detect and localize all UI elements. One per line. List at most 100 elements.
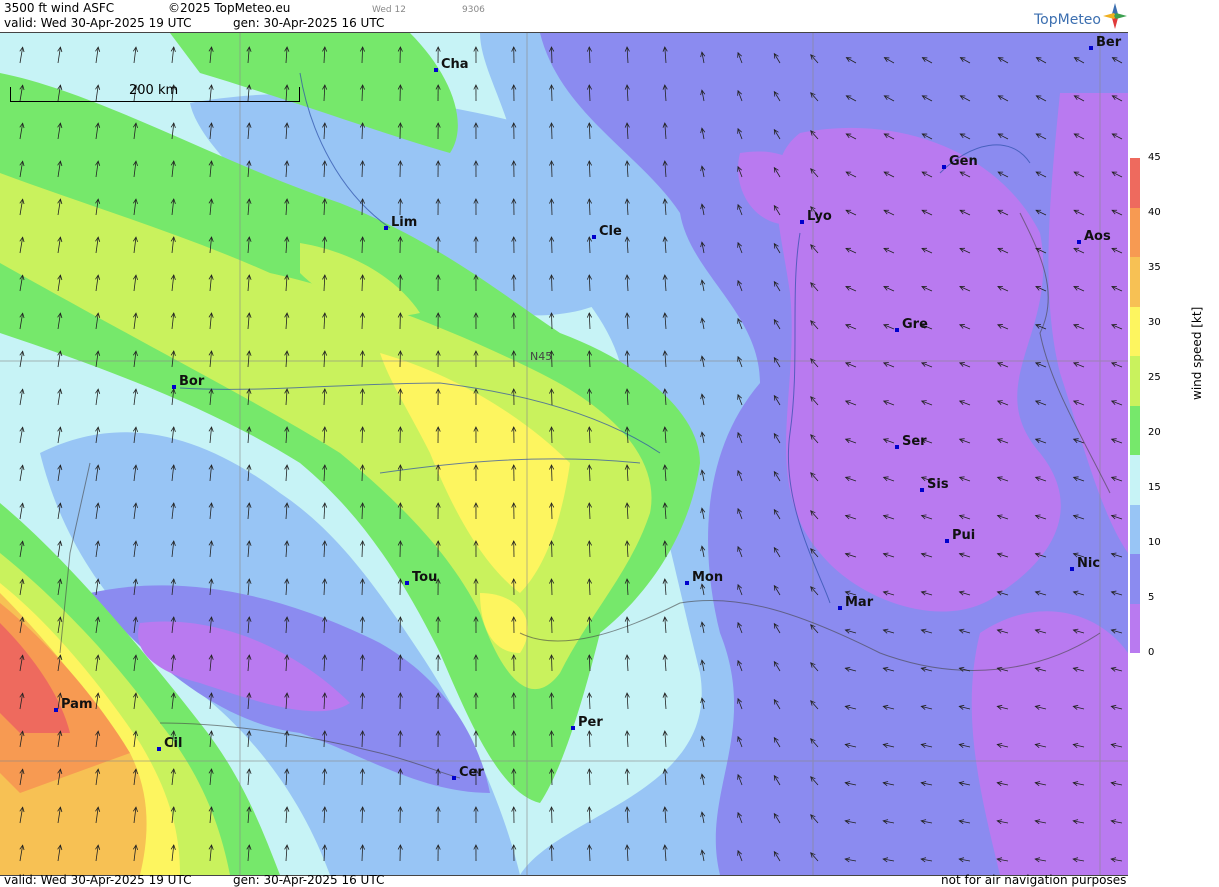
wind-arrow — [588, 730, 591, 748]
legend-swatch — [1130, 554, 1140, 604]
city-marker-icon — [945, 539, 949, 543]
city-marker-icon — [895, 328, 899, 332]
city-marker-icon — [54, 708, 58, 712]
legend-tick: 20 — [1148, 427, 1161, 438]
lat-label: N45 — [530, 350, 552, 363]
wind-arrow — [551, 274, 553, 292]
legend-tick: 40 — [1148, 207, 1161, 218]
city-marker-icon — [157, 747, 161, 751]
city-marker-icon — [172, 385, 176, 389]
legend-tick: 10 — [1148, 537, 1161, 548]
city-pam[interactable]: Pam — [54, 697, 93, 712]
wind-arrow — [551, 84, 553, 102]
city-mon[interactable]: Mon — [685, 570, 723, 585]
wind-arrow — [551, 198, 553, 216]
wind-arrow — [551, 844, 553, 862]
city-marker-icon — [592, 235, 596, 239]
run-code: 9306 — [462, 5, 485, 15]
wind-arrow — [626, 731, 629, 748]
city-cil[interactable]: Cil — [157, 736, 182, 751]
city-aos[interactable]: Aos — [1077, 229, 1111, 244]
wind-arrow — [626, 655, 629, 672]
city-gen[interactable]: Gen — [942, 154, 978, 169]
city-lyo[interactable]: Lyo — [800, 209, 832, 224]
wind-speed-legend — [1130, 158, 1140, 653]
city-nic[interactable]: Nic — [1070, 556, 1100, 571]
wind-arrow — [551, 236, 553, 254]
copyright: ©2025 TopMeteo.eu — [168, 1, 291, 15]
legend-swatch — [1130, 207, 1140, 257]
city-pui[interactable]: Pui — [945, 528, 975, 543]
wind-arrow — [551, 578, 553, 596]
disclaimer: not for air navigation purposes — [941, 873, 1127, 887]
city-bor[interactable]: Bor — [172, 374, 204, 389]
wind-arrow — [551, 692, 553, 710]
city-marker-icon — [838, 606, 842, 610]
wind-arrow — [551, 768, 553, 786]
city-ser[interactable]: Ser — [895, 434, 927, 449]
city-marker-icon — [800, 220, 804, 224]
legend-tick: 0 — [1148, 647, 1155, 658]
valid-time: valid: Wed 30-Apr-2025 19 UTC — [4, 16, 192, 30]
city-per[interactable]: Per — [571, 715, 603, 730]
city-marker-icon — [1089, 46, 1093, 50]
wind-arrow — [588, 312, 591, 330]
wind-arrow — [588, 768, 591, 786]
wind-arrow — [551, 312, 553, 330]
map-title: 3500 ft wind ASFC — [4, 1, 115, 15]
city-marker-icon — [571, 726, 575, 730]
footer-valid-time: valid: Wed 30-Apr-2025 19 UTC — [4, 873, 192, 887]
wind-arrow — [551, 122, 553, 140]
footer-generated-time: gen: 30-Apr-2025 16 UTC — [233, 873, 385, 887]
wind-arrow — [551, 654, 553, 672]
city-cle[interactable]: Cle — [592, 224, 622, 239]
legend-swatch — [1130, 504, 1140, 554]
wind-arrow — [551, 730, 553, 748]
wind-map[interactable]: N45 200 km Cha Ber Lim Cle Lyo Gen Aos G… — [0, 32, 1128, 876]
wind-arrow — [551, 464, 553, 482]
city-marker-icon — [405, 581, 409, 585]
legend-tick: 30 — [1148, 317, 1161, 328]
wind-arrow — [588, 806, 591, 824]
city-lim[interactable]: Lim — [384, 215, 417, 230]
legend-tick: 5 — [1148, 592, 1155, 603]
city-marker-icon — [920, 488, 924, 492]
wind-arrow — [626, 769, 629, 786]
legend-swatch — [1130, 603, 1140, 653]
wind-arrow — [551, 806, 553, 824]
city-marker-icon — [452, 776, 456, 780]
city-marker-icon — [434, 68, 438, 72]
legend-tick: 15 — [1148, 482, 1161, 493]
legend-tick: 45 — [1148, 152, 1161, 163]
legend-swatch — [1130, 257, 1140, 307]
wind-arrow — [361, 540, 364, 558]
wind-arrow — [551, 388, 553, 406]
legend-tick: 35 — [1148, 262, 1161, 273]
city-marker-icon — [384, 226, 388, 230]
legend-unit: wind speed [kt] — [1190, 306, 1204, 400]
city-mar[interactable]: Mar — [838, 595, 873, 610]
wind-arrow — [551, 46, 553, 64]
city-cha[interactable]: Cha — [434, 57, 469, 72]
city-marker-icon — [1070, 567, 1074, 571]
city-gre[interactable]: Gre — [895, 317, 928, 332]
city-ber[interactable]: Ber — [1089, 35, 1121, 50]
wind-arrow — [551, 502, 553, 520]
city-marker-icon — [942, 165, 946, 169]
legend-swatch — [1130, 405, 1140, 455]
compass-rose-icon — [1103, 3, 1127, 29]
city-tou[interactable]: Tou — [405, 570, 437, 585]
city-cer[interactable]: Cer — [452, 765, 484, 780]
wind-arrow — [551, 540, 553, 558]
legend-tick: 25 — [1148, 372, 1161, 383]
topmeteo-logo: TopMeteo — [1034, 12, 1101, 28]
legend-swatch — [1130, 356, 1140, 406]
scale-label: 200 km — [129, 83, 179, 98]
city-marker-icon — [1077, 240, 1081, 244]
wind-arrow — [551, 426, 553, 444]
wind-arrow — [551, 616, 553, 634]
wind-arrow — [626, 617, 629, 634]
legend-swatch — [1130, 455, 1140, 505]
run-label: Wed 12 — [372, 5, 406, 15]
city-sis[interactable]: Sis — [920, 477, 949, 492]
